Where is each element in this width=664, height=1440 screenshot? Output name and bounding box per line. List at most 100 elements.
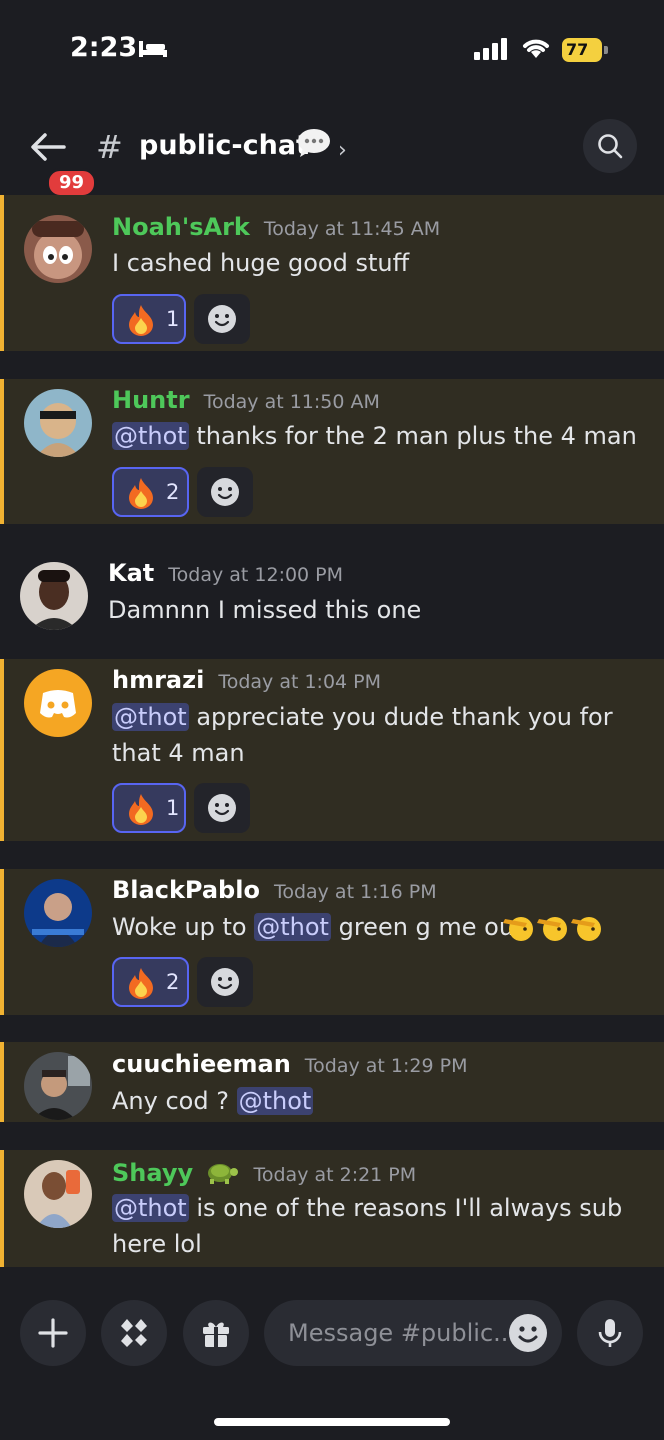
message-timestamp: Today at 11:50 AM bbox=[203, 391, 380, 413]
home-indicator[interactable] bbox=[214, 1418, 450, 1426]
status-time: 2:23 bbox=[70, 32, 138, 63]
message-author[interactable]: BlackPablo Today at 1:16 PM bbox=[112, 876, 437, 904]
search-icon bbox=[598, 134, 623, 159]
saluting-face-emoji-icon bbox=[503, 917, 601, 941]
message-text: @thot thanks for the 2 man plus the 4 ma… bbox=[112, 418, 652, 454]
back-button[interactable]: 99 bbox=[26, 126, 98, 198]
author-name[interactable]: Kat bbox=[108, 559, 154, 587]
unread-badge: 99 bbox=[46, 168, 98, 198]
fire-icon bbox=[129, 305, 153, 336]
fire-icon bbox=[129, 794, 153, 825]
message-body: thanks for the 2 man plus the 4 man bbox=[188, 422, 637, 450]
message-item[interactable]: BlackPablo Today at 1:16 PM Woke up to @t… bbox=[0, 869, 664, 1015]
message-input[interactable]: Message #public... bbox=[264, 1300, 562, 1366]
avatar[interactable] bbox=[20, 562, 88, 630]
message-author[interactable]: Shayy Today at 2:21 PM bbox=[112, 1157, 416, 1187]
chevron-right-icon[interactable]: › bbox=[338, 138, 347, 163]
reaction-count: 1 bbox=[166, 796, 180, 820]
emoji-picker-icon[interactable] bbox=[508, 1313, 548, 1353]
back-arrow-icon bbox=[31, 133, 66, 161]
message-text: Damnnn I missed this one bbox=[108, 592, 648, 628]
avatar[interactable] bbox=[24, 215, 92, 283]
message-body: is one of the reasons I'll always sub he… bbox=[112, 1194, 623, 1258]
avatar[interactable] bbox=[24, 389, 92, 457]
smiley-icon bbox=[211, 478, 239, 506]
message-author[interactable]: Noah'sArk Today at 11:45 AM bbox=[112, 213, 440, 241]
message-timestamp: Today at 11:45 AM bbox=[263, 218, 441, 240]
message-timestamp: Today at 1:29 PM bbox=[304, 1055, 468, 1077]
add-reaction-button[interactable] bbox=[194, 294, 250, 344]
author-name[interactable]: Huntr bbox=[112, 386, 190, 414]
battery-level: 77 bbox=[562, 38, 602, 62]
microphone-icon bbox=[598, 1319, 622, 1347]
gift-icon bbox=[203, 1322, 229, 1347]
battery-indicator: 77 bbox=[562, 38, 608, 62]
message-text: I cashed huge good stuff bbox=[112, 245, 652, 281]
status-bar: 2:23 77 bbox=[0, 0, 664, 100]
bed-icon bbox=[139, 41, 167, 57]
smiley-icon bbox=[211, 968, 239, 996]
attach-button[interactable] bbox=[20, 1300, 86, 1366]
avatar[interactable] bbox=[24, 669, 92, 737]
avatar[interactable] bbox=[24, 1052, 92, 1120]
author-name[interactable]: cuuchieeman bbox=[112, 1050, 291, 1078]
author-name[interactable]: hmrazi bbox=[112, 666, 204, 694]
user-mention[interactable]: @thot bbox=[112, 703, 189, 731]
user-mention[interactable]: @thot bbox=[112, 1194, 189, 1222]
cellular-signal-icon bbox=[474, 38, 507, 60]
gift-button[interactable] bbox=[183, 1300, 249, 1366]
author-name[interactable]: BlackPablo bbox=[112, 876, 260, 904]
message-text: @thot is one of the reasons I'll always … bbox=[112, 1190, 652, 1262]
reaction-count: 2 bbox=[166, 480, 180, 504]
wifi-icon bbox=[523, 39, 549, 58]
message-text: Any cod ? @thot bbox=[112, 1083, 652, 1119]
message-item[interactable]: Huntr Today at 11:50 AM @thot thanks for … bbox=[0, 379, 664, 524]
apps-icon bbox=[121, 1319, 147, 1347]
message-author[interactable]: hmrazi Today at 1:04 PM bbox=[112, 666, 381, 694]
channel-hash-icon: # bbox=[96, 128, 123, 166]
message-text: @thot appreciate you dude thank you for … bbox=[112, 699, 652, 771]
message-body-prefix: Woke up to bbox=[112, 913, 255, 941]
author-name[interactable]: Shayy bbox=[112, 1159, 193, 1187]
add-reaction-button[interactable] bbox=[197, 957, 253, 1007]
fire-reaction-button[interactable]: 1 bbox=[112, 294, 186, 344]
user-mention[interactable]: @thot bbox=[236, 1087, 314, 1115]
plus-icon bbox=[38, 1318, 68, 1348]
turtle-emoji-icon bbox=[208, 1164, 239, 1184]
battery-cap bbox=[604, 46, 608, 54]
message-author[interactable]: cuuchieeman Today at 1:29 PM bbox=[112, 1050, 467, 1078]
author-name[interactable]: Noah'sArk bbox=[112, 213, 250, 241]
avatar[interactable] bbox=[24, 879, 92, 947]
message-body: green g me out bbox=[330, 913, 524, 941]
search-button[interactable] bbox=[583, 119, 637, 173]
message-placeholder: Message #public... bbox=[288, 1319, 508, 1347]
user-mention[interactable]: @thot bbox=[112, 422, 189, 450]
apps-button[interactable] bbox=[101, 1300, 167, 1366]
voice-message-button[interactable] bbox=[577, 1300, 643, 1366]
add-reaction-button[interactable] bbox=[197, 467, 253, 517]
avatar[interactable] bbox=[24, 1160, 92, 1228]
message-timestamp: Today at 12:00 PM bbox=[168, 564, 344, 586]
message-body-prefix: Any cod ? bbox=[112, 1087, 237, 1115]
fire-icon bbox=[129, 478, 153, 509]
message-author[interactable]: Kat Today at 12:00 PM bbox=[108, 559, 343, 587]
fire-reaction-button[interactable]: 2 bbox=[112, 467, 189, 517]
message-item[interactable]: Shayy Today at 2:21 PM @thot is one of t… bbox=[0, 1150, 664, 1267]
reaction-count: 1 bbox=[166, 307, 180, 331]
fire-icon bbox=[129, 968, 153, 999]
message-body: Damnnn I missed this one bbox=[108, 596, 422, 624]
message-item[interactable]: hmrazi Today at 1:04 PM @thot appreciate … bbox=[0, 659, 664, 841]
smiley-icon bbox=[208, 305, 236, 333]
message-author[interactable]: Huntr Today at 11:50 AM bbox=[112, 386, 380, 414]
message-item[interactable]: Kat Today at 12:00 PM Damnnn I missed thi… bbox=[0, 550, 664, 655]
fire-reaction-button[interactable]: 1 bbox=[112, 783, 186, 833]
message-item[interactable]: Noah'sArk Today at 11:45 AM I cashed huge… bbox=[0, 195, 664, 351]
message-item[interactable]: cuuchieeman Today at 1:29 PM Any cod ? @t… bbox=[0, 1042, 664, 1122]
user-mention[interactable]: @thot bbox=[254, 913, 331, 941]
fire-reaction-button[interactable]: 2 bbox=[112, 957, 189, 1007]
message-list[interactable]: Noah'sArk Today at 11:45 AM I cashed huge… bbox=[0, 195, 664, 1285]
smiley-icon bbox=[208, 794, 236, 822]
add-reaction-button[interactable] bbox=[194, 783, 250, 833]
reaction-count: 2 bbox=[166, 970, 180, 994]
channel-name[interactable]: public-chat bbox=[139, 130, 309, 161]
